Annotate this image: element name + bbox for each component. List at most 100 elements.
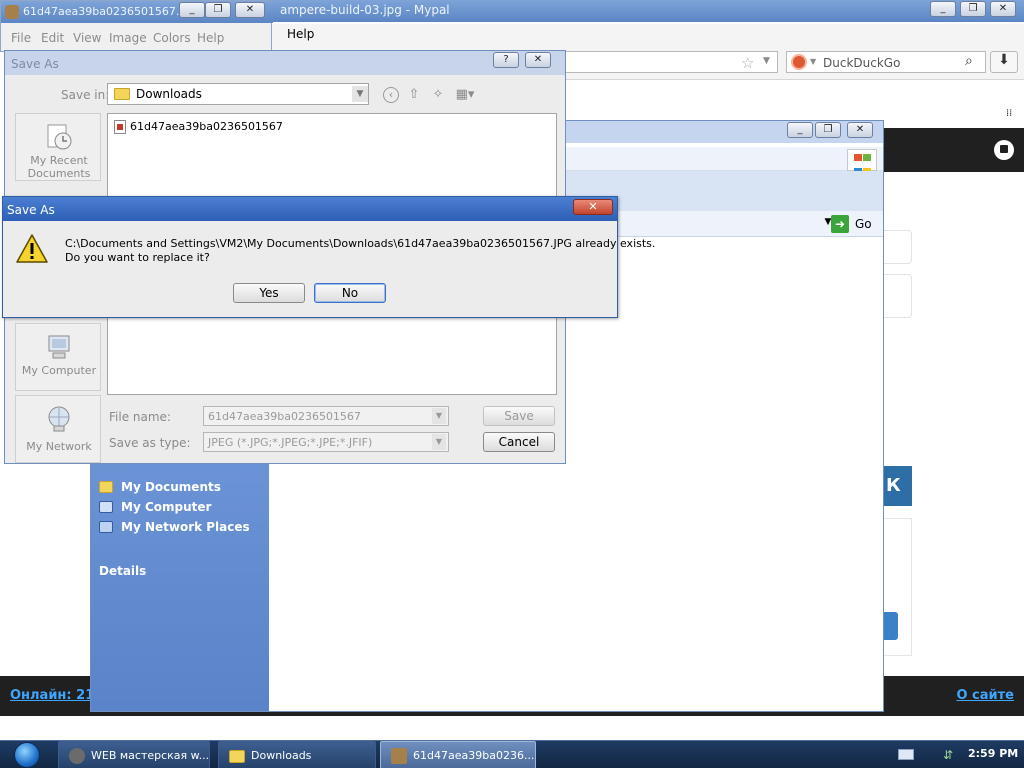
close-button[interactable]: ✕: [235, 2, 265, 18]
confirm-message-question: Do you want to replace it?: [65, 251, 210, 264]
view-menu-icon[interactable]: ▦▾: [453, 87, 477, 103]
download-arrow-icon: ⬇: [998, 52, 1010, 68]
page-card: [884, 230, 912, 264]
confirm-titlebar[interactable]: Save As ✕: [3, 197, 617, 221]
chevron-down-icon[interactable]: ▼: [432, 434, 446, 450]
clock[interactable]: 2:59 PM: [968, 747, 1018, 760]
search-engine-dropdown-icon[interactable]: ▼: [810, 57, 816, 66]
place-my-computer[interactable]: My Computer: [15, 323, 101, 391]
paint-titlebar[interactable]: 61d47aea39ba0236501567... _ ❐ ✕: [1, 1, 273, 23]
keyboard-icon[interactable]: [898, 749, 914, 760]
online-count-link[interactable]: Онлайн: 21: [10, 688, 94, 703]
task-label: WEB мастерская w...: [91, 749, 210, 762]
go-label: Go: [855, 217, 872, 231]
save-type-label: Save as type:: [109, 436, 191, 450]
browser-icon: [69, 748, 85, 764]
folder-icon: [99, 481, 113, 493]
close-button[interactable]: ✕: [525, 52, 551, 68]
minimize-button[interactable]: _: [787, 122, 813, 138]
taskbar-item-paint[interactable]: 61d47aea39ba0236...: [380, 741, 536, 768]
url-dropdown-icon[interactable]: ▼: [763, 56, 770, 66]
search-icon[interactable]: ⌕: [965, 53, 973, 69]
chevron-down-icon[interactable]: ▼: [432, 408, 446, 424]
help-button[interactable]: ?: [493, 52, 519, 68]
folder-icon: [229, 750, 245, 763]
save-in-label: Save in:: [61, 88, 110, 102]
folder-icon: [114, 88, 130, 100]
menu-file[interactable]: File: [11, 31, 31, 45]
warning-icon: [16, 234, 48, 263]
place-my-recent-documents[interactable]: My Recent Documents: [15, 113, 101, 181]
taskbar-item-browser[interactable]: WEB мастерская w...: [58, 741, 210, 768]
save-as-titlebar[interactable]: Save As ? ✕: [5, 51, 565, 75]
file-name-value: 61d47aea39ba0236501567: [208, 410, 361, 423]
back-icon[interactable]: ‹: [383, 87, 399, 103]
search-placeholder: DuckDuckGo: [823, 56, 901, 70]
file-name-input[interactable]: 61d47aea39ba0236501567 ▼: [203, 406, 449, 426]
link-label: My Computer: [121, 500, 212, 514]
about-link[interactable]: О сайте: [956, 688, 1014, 703]
cancel-button[interactable]: Cancel: [483, 432, 555, 452]
browser-titlebar[interactable]: ampere-build-03.jpg - Mypal _ ❐ ✕: [270, 0, 1024, 22]
maximize-button[interactable]: ❐: [960, 1, 986, 17]
save-in-dropdown[interactable]: Downloads ▼: [107, 83, 369, 105]
paint-icon: [391, 748, 407, 764]
duckduckgo-icon[interactable]: [791, 54, 807, 70]
windows-start-icon: [14, 742, 40, 768]
link-label: My Documents: [121, 480, 221, 494]
maximize-button[interactable]: ❐: [815, 122, 841, 138]
paint-window: 61d47aea39ba0236501567... _ ❐ ✕ File Edi…: [0, 0, 273, 52]
browser-title: ampere-build-03.jpg - Mypal: [280, 3, 450, 17]
new-folder-icon[interactable]: ✧: [429, 87, 447, 103]
save-type-dropdown[interactable]: JPEG (*.JPG;*.JPEG;*.JPE;*.JFIF) ▼: [203, 432, 449, 452]
save-as-title: Save As: [11, 57, 59, 71]
paint-menubar: File Edit View Image Colors Help: [1, 27, 273, 49]
menu-help[interactable]: Help: [197, 31, 224, 45]
up-folder-icon[interactable]: ⇧: [405, 87, 423, 103]
yes-button[interactable]: Yes: [233, 283, 305, 303]
save-type-value: JPEG (*.JPG;*.JPEG;*.JPE;*.JFIF): [208, 436, 373, 449]
lock-icon[interactable]: [994, 140, 1014, 160]
save-in-value: Downloads: [136, 87, 202, 101]
save-button[interactable]: Save: [483, 406, 555, 426]
task-label: 61d47aea39ba0236...: [413, 749, 535, 762]
paint-title: 61d47aea39ba0236501567...: [23, 5, 187, 18]
confirm-title: Save As: [7, 203, 55, 217]
computer-icon: [48, 335, 70, 359]
taskbar-item-downloads[interactable]: Downloads: [218, 741, 376, 768]
network-icon: [48, 406, 70, 432]
close-button[interactable]: ✕: [990, 1, 1016, 17]
chevron-down-icon[interactable]: ▼: [352, 86, 368, 102]
close-button[interactable]: ✕: [573, 199, 613, 215]
menu-help[interactable]: Help: [287, 27, 314, 41]
downloads-button[interactable]: ⬇: [990, 51, 1018, 73]
bookmark-star-icon[interactable]: ☆: [741, 54, 754, 72]
lock-body: [1000, 145, 1008, 153]
start-button[interactable]: [6, 741, 46, 768]
menu-image[interactable]: Image: [109, 31, 147, 45]
minimize-button[interactable]: _: [930, 1, 956, 17]
place-my-network[interactable]: My Network: [15, 395, 101, 463]
go-button[interactable]: ➜ Go: [831, 215, 875, 233]
place-label: My Network: [26, 440, 92, 453]
recent-documents-icon: [47, 124, 72, 150]
menu-view[interactable]: View: [73, 31, 101, 45]
page-card: [884, 274, 912, 318]
menu-edit[interactable]: Edit: [41, 31, 64, 45]
file-item-label: 61d47aea39ba0236501567: [130, 120, 283, 133]
search-bar[interactable]: ▼ DuckDuckGo ⌕: [786, 51, 986, 73]
no-button[interactable]: No: [314, 283, 386, 303]
page-button[interactable]: [884, 612, 898, 640]
overflow-menu-icon[interactable]: ⁞⁞: [1006, 108, 1012, 119]
maximize-button[interactable]: ❐: [205, 2, 231, 18]
image-file-icon: [114, 120, 126, 134]
confirm-replace-dialog: Save As ✕ C:\Documents and Settings\VM2\…: [2, 196, 655, 318]
place-label: My Computer: [21, 364, 97, 377]
network-tray-icon[interactable]: ⇵: [940, 747, 956, 763]
minimize-button[interactable]: _: [179, 2, 205, 18]
menu-colors[interactable]: Colors: [153, 31, 191, 45]
file-name-label: File name:: [109, 410, 171, 424]
confirm-message-path: C:\Documents and Settings\VM2\My Documen…: [65, 237, 656, 250]
close-button[interactable]: ✕: [847, 122, 873, 138]
link-label: My Network Places: [121, 520, 250, 534]
